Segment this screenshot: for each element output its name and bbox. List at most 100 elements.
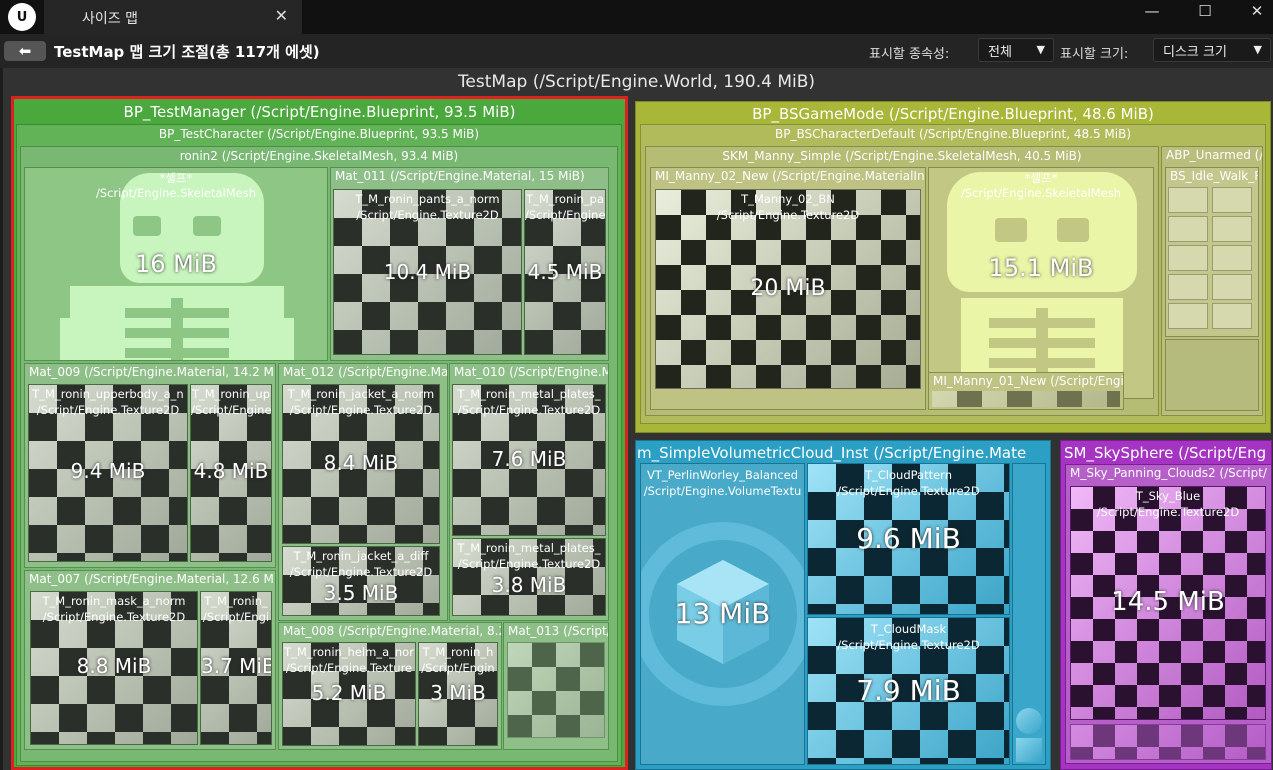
close-window-button[interactable]: ✕: [1235, 0, 1273, 22]
tab-label: 사이즈 맵: [82, 11, 138, 27]
manny-self-node[interactable]: *셀프* /Script/Engine.SkeletalMesh 15.1 Mi…: [928, 167, 1154, 399]
title-bar: U 사이즈 맵 ✕ — ☐ ✕: [0, 0, 1273, 34]
pants-norm-name: T_M_ronin_pants_a_norm: [355, 192, 500, 206]
animation-sequence-tile[interactable]: [1168, 187, 1208, 213]
vt-perlinworley-size: 13 MiB: [674, 597, 771, 630]
upperbody-norm-texture[interactable]: T_M_ronin_upperbody_a_n /Script/Engine.T…: [28, 384, 188, 562]
abp-unarmed-header: ABP_Unarmed (/: [1166, 148, 1262, 162]
ronin2-self-size: 16 MiB: [134, 250, 217, 278]
sky-blue-name: T_Sky_Blue: [1135, 489, 1201, 503]
jacket-norm-type: /Script/Engine.Texture2D: [289, 403, 433, 417]
chevron-down-icon: ▼: [1253, 43, 1262, 56]
helm-norm-name: T_M_ronin_helm_a_nor: [284, 645, 414, 659]
animation-sequence-tile[interactable]: [1168, 216, 1208, 242]
cloud-mask-name: T_CloudMask: [870, 622, 947, 636]
mat-007-header: Mat_007 (/Script/Engine.Material, 12.6 M…: [29, 572, 275, 586]
jacket-norm-texture[interactable]: T_M_ronin_jacket_a_norm /Script/Engine.T…: [282, 384, 440, 544]
pants-norm-size: 10.4 MiB: [383, 260, 472, 284]
abp-unarmed-misc-node[interactable]: [1165, 339, 1259, 411]
metal-plates-norm-name: T_M_ronin_metal_plates_: [457, 387, 601, 401]
cloud-mask-texture[interactable]: T_CloudMask /Script/Engine.Texture2D 7.9…: [807, 617, 1010, 765]
animation-sequence-tile[interactable]: [1212, 303, 1252, 329]
cloud-mask-type: /Script/Engine.Texture2D: [837, 638, 980, 652]
cloud-misc-node[interactable]: [1012, 463, 1046, 765]
mi-manny-02-header: MI_Manny_02_New (/Script/Engine.Material…: [655, 169, 925, 183]
animation-sequence-tile[interactable]: [1212, 245, 1252, 271]
ronin2-header: ronin2 (/Script/Engine.SkeletalMesh, 93.…: [179, 149, 459, 163]
mask-diff-name: T_M_ronin_: [204, 594, 268, 608]
mi-manny-01-header: MI_Manny_01_New (/Script/Engi: [933, 374, 1123, 388]
manny-self-size: 15.1 MiB: [988, 254, 1094, 282]
dependency-value: 전체: [988, 44, 1012, 60]
tab-size-map[interactable]: 사이즈 맵 ✕: [44, 0, 302, 34]
unreal-logo-icon: U: [8, 3, 36, 31]
metal-plates-diff-size: 3.8 MiB: [491, 573, 567, 597]
metal-plates-diff-type: /Script/Engine.Texture2D: [457, 557, 601, 571]
jacket-diff-texture[interactable]: T_M_ronin_jacket_a_diff /Script/Engine.T…: [282, 546, 440, 616]
ronin2-self-name: *셀프*: [159, 171, 193, 185]
cloud-pattern-name: T_CloudPattern: [865, 468, 952, 482]
size-dropdown[interactable]: 디스크 크기 ▼: [1153, 38, 1271, 62]
ronin2-self-node[interactable]: *셀프* /Script/Engine.SkeletalMesh 16 MiB: [24, 167, 328, 361]
helm-diff-texture[interactable]: T_M_ronin_h /Script/Engin 3 MiB: [418, 642, 498, 746]
back-button[interactable]: ⬅: [4, 41, 46, 61]
minimize-button[interactable]: —: [1130, 0, 1174, 22]
cloud-mask-size: 7.9 MiB: [856, 674, 961, 707]
mat-009-header: Mat_009 (/Script/Engine.Material, 14.2 M…: [29, 365, 275, 379]
mask-diff-type: /Script/Engi: [202, 610, 270, 624]
close-tab-icon[interactable]: ✕: [275, 6, 288, 25]
sky-blue-texture[interactable]: T_Sky_Blue /Script/Engine.Texture2D 14.5…: [1070, 486, 1266, 720]
helm-norm-type: /Script/Engine.Texture: [285, 661, 413, 675]
helm-norm-size: 5.2 MiB: [311, 681, 387, 705]
animation-sequence-tile[interactable]: [1168, 303, 1208, 329]
vt-perlinworley-type: /Script/Engine.VolumeTextu: [643, 484, 802, 498]
m-sky-panning-clouds-header: M_Sky_Panning_Clouds2 (/Script/: [1070, 466, 1267, 480]
sky-blue-type: /Script/Engine.Texture2D: [1096, 505, 1240, 519]
mat-011-header: Mat_011 (/Script/Engine.Material, 15 MiB…: [335, 169, 585, 183]
cloud-pattern-texture[interactable]: T_CloudPattern /Script/Engine.Texture2D …: [807, 463, 1010, 615]
metal-plates-norm-size: 7.6 MiB: [491, 447, 567, 471]
mat-013-texture[interactable]: [507, 642, 605, 738]
manny-02-bn-size: 20 MiB: [750, 276, 826, 301]
mask-norm-name: T_M_ronin_mask_a_norm: [42, 594, 186, 608]
animation-sequence-tile[interactable]: [1212, 187, 1252, 213]
animation-sequence-tile[interactable]: [1168, 274, 1208, 300]
pants-diff-texture[interactable]: T_M_ronin_pa /Script/Engine. 4.5 MiB: [524, 189, 606, 355]
vt-perlinworley-node[interactable]: VT_PerlinWorley_Balanced /Script/Engine.…: [640, 463, 805, 765]
animation-sequence-tile[interactable]: [1212, 216, 1252, 242]
sm-skysphere-header: SM_SkySphere (/Script/Eng: [1064, 444, 1267, 462]
mask-norm-type: /Script/Engine.Texture2D: [42, 610, 186, 624]
sky-misc-texture[interactable]: [1070, 724, 1266, 760]
pants-diff-size: 4.5 MiB: [527, 260, 603, 284]
upperbody-norm-name: T_M_ronin_upperbody_a_n: [32, 387, 184, 401]
manny-02-bn-texture[interactable]: T_Manny_02_BN /Script/Engine.Texture2D 2…: [655, 189, 921, 389]
metal-plates-diff-name: T_M_ronin_metal_plates_: [457, 541, 601, 555]
helm-diff-name: T_M_ronin_h: [422, 645, 494, 659]
toolbar: ⬅ TestMap 맵 크기 조절(총 117개 에셋) 표시할 종속성: 전체…: [0, 34, 1273, 68]
mask-diff-texture[interactable]: T_M_ronin_ /Script/Engi 3.7 MiB: [200, 591, 272, 745]
ronin2-self-type: /Script/Engine.SkeletalMesh: [95, 186, 257, 200]
manny-02-bn-type: /Script/Engine.Texture2D: [716, 208, 860, 222]
size-value: 디스크 크기: [1163, 44, 1227, 60]
pants-norm-texture[interactable]: T_M_ronin_pants_a_norm /Script/Engine.Te…: [333, 189, 522, 355]
helm-norm-texture[interactable]: T_M_ronin_helm_a_nor /Script/Engine.Text…: [282, 642, 416, 746]
maximize-button[interactable]: ☐: [1183, 0, 1227, 22]
mi-manny-01-node[interactable]: MI_Manny_01_New (/Script/Engi: [928, 372, 1124, 410]
dependency-dropdown[interactable]: 전체 ▼: [978, 38, 1054, 62]
metal-plates-norm-type: /Script/Engine.Texture2D: [457, 403, 601, 417]
mask-norm-texture[interactable]: T_M_ronin_mask_a_norm /Script/Engine.Tex…: [30, 591, 198, 745]
cloud-pattern-type: /Script/Engine.Texture2D: [837, 484, 980, 498]
dependency-label: 표시할 종속성:: [869, 47, 950, 62]
mi-manny-01-texture: [932, 391, 1120, 407]
animation-sequence-tile[interactable]: [1168, 245, 1208, 271]
upperbody-diff-texture[interactable]: T_M_ronin_up /Script/Engine. 4.8 MiB: [190, 384, 272, 562]
mat-010-header: Mat_010 (/Script/Engine.Ma: [454, 365, 608, 379]
size-label: 표시할 크기:: [1060, 47, 1129, 62]
metal-plates-norm-texture[interactable]: T_M_ronin_metal_plates_ /Script/Engine.T…: [452, 384, 606, 536]
cloud-misc-texture: [1016, 708, 1042, 734]
bp-bscharacterdefault-header: BP_BSCharacterDefault (/Script/Engine.Bl…: [774, 127, 1132, 141]
bs-idle-walk-header: BS_Idle_Walk_R: [1170, 169, 1258, 183]
helm-diff-size: 3 MiB: [430, 681, 486, 705]
animation-sequence-tile[interactable]: [1212, 274, 1252, 300]
metal-plates-diff-texture[interactable]: T_M_ronin_metal_plates_ /Script/Engine.T…: [452, 538, 606, 616]
